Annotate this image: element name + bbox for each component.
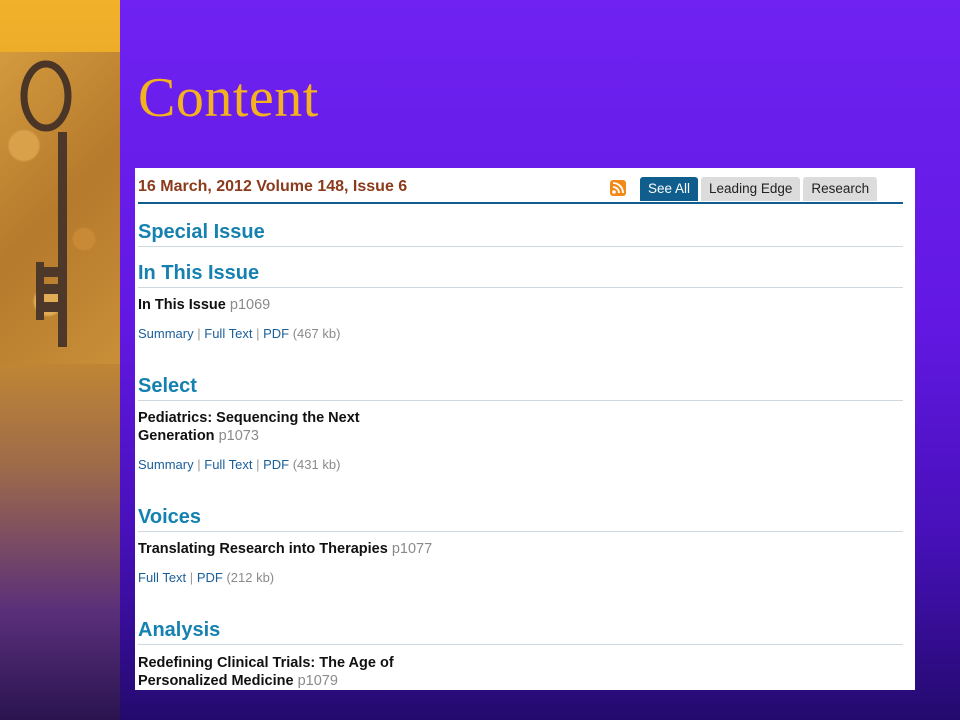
pdf-size: (212 kb) [226,570,275,585]
section-heading-select: Select [138,375,903,401]
tab-see-all[interactable]: See All [640,177,699,201]
pdf-size: (467 kb) [292,326,341,341]
section-heading-in-this-issue: In This Issue [138,262,903,288]
article-title-line2: Generation [138,428,215,444]
page-ref: p1077 [391,541,433,557]
tab-leading-edge[interactable]: Leading Edge [701,177,801,201]
pdf-link[interactable]: PDF [263,326,289,341]
issue-title: 16 March, 2012 Volume 148, Issue 6 [138,178,408,195]
section-heading-analysis: Analysis [138,619,903,645]
article-links: Full Text | PDF (212 kb) [138,570,274,585]
link-separator: | [189,570,194,585]
summary-link[interactable]: Summary [138,457,194,472]
link-separator: | [197,457,201,472]
pdf-size: (431 kb) [292,457,341,472]
section-heading-special-issue: Special Issue [138,221,903,247]
pdf-link[interactable]: PDF [263,457,289,472]
slide-title: Content [138,67,319,129]
section-tabs: See All Leading Edge Research [640,177,878,201]
section-heading-voices: Voices [138,506,903,532]
article-links: Summary | Full Text | PDF (467 kb) [138,326,340,341]
article-title-line1: Redefining Clinical Trials: The Age of [138,655,394,671]
page-ref: p1073 [218,428,259,444]
embedded-page-screenshot: 16 March, 2012 Volume 148, Issue 6 See A… [135,168,915,690]
article-title-line1: Pediatrics: Sequencing the Next [138,410,360,426]
article-links: Summary | Full Text | PDF (431 kb) [138,457,340,472]
page-ref: p1069 [229,297,271,313]
article-title[interactable]: Redefining Clinical Trials: The Age of P… [138,654,498,690]
link-separator: | [197,326,201,341]
article-title[interactable]: Translating Research into Therapies p107… [138,540,638,558]
pdf-link[interactable]: PDF [197,570,223,585]
tab-research[interactable]: Research [803,177,878,201]
skeleton-key-image [0,52,120,364]
page-ref: p1079 [297,673,338,689]
article-title[interactable]: In This Issue p1069 [138,296,458,314]
link-separator: | [256,457,260,472]
link-separator: | [256,326,260,341]
full-text-link[interactable]: Full Text [138,570,186,585]
article-title-text: In This Issue [138,297,226,313]
full-text-link[interactable]: Full Text [204,326,252,341]
summary-link[interactable]: Summary [138,326,194,341]
full-text-link[interactable]: Full Text [204,457,252,472]
rss-feed-icon[interactable] [610,180,626,196]
issue-header: 16 March, 2012 Volume 148, Issue 6 See A… [138,168,903,204]
article-title-text: Translating Research into Therapies [138,541,388,557]
article-title[interactable]: Pediatrics: Sequencing the Next Generati… [138,409,458,445]
article-title-line2: Personalized Medicine [138,673,294,689]
